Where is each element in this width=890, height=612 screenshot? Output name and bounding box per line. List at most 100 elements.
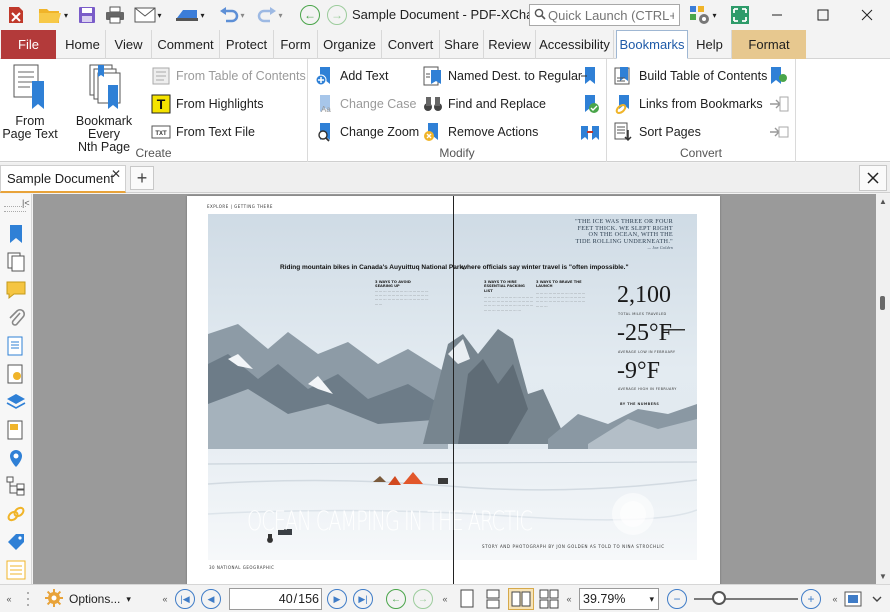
tags-panel-icon[interactable] (4, 418, 28, 442)
quick-launch-field[interactable] (529, 4, 680, 26)
tab-protect[interactable]: Protect (220, 30, 274, 59)
bookmarks-panel-icon[interactable] (4, 222, 28, 246)
redo-icon[interactable]: ▾ (252, 3, 288, 27)
scan-icon[interactable]: ▾ (170, 3, 210, 27)
tab-home[interactable]: Home (60, 30, 106, 59)
change-case-button[interactable]: Aa Change Case (314, 93, 416, 115)
forward-icon[interactable]: → (325, 3, 349, 27)
remove-actions-button[interactable]: Remove Actions (422, 121, 538, 143)
sidebar-grip[interactable] (4, 206, 26, 212)
sort-pages-button[interactable]: Sort Pages (613, 121, 701, 143)
from-highlights-button[interactable]: T From Highlights (150, 93, 264, 115)
scroll-down-icon[interactable]: ▼ (879, 572, 887, 581)
from-text-file-button[interactable]: TXT From Text File (150, 121, 255, 143)
document-canvas[interactable]: EXPLORE | GETTING THERE Riding mountain … (33, 194, 876, 584)
close-tab-icon[interactable]: ✕ (111, 167, 121, 181)
tab-share[interactable]: Share (440, 30, 484, 59)
export-text-icon[interactable] (767, 120, 791, 144)
tab-convert[interactable]: Convert (382, 30, 440, 59)
destinations-panel-icon[interactable] (4, 446, 28, 470)
status-bar-menu-icon[interactable] (868, 588, 886, 610)
toolbar-chevron-icon[interactable]: « (4, 588, 14, 610)
links-from-bookmarks-button[interactable]: Links from Bookmarks (613, 93, 763, 115)
tab-view[interactable]: View (106, 30, 152, 59)
quick-launch-input[interactable] (548, 7, 674, 23)
pages-panel-icon[interactable] (4, 250, 28, 274)
tab-accessibility[interactable]: Accessibility (536, 30, 614, 59)
find-and-replace-button[interactable]: Find and Replace (422, 93, 546, 115)
bookmark-location-icon[interactable] (767, 64, 791, 88)
tab-file[interactable]: File (1, 30, 56, 59)
tab-form[interactable]: Form (274, 30, 318, 59)
tab-comment[interactable]: Comment (152, 30, 220, 59)
attachments-panel-icon[interactable] (4, 306, 28, 330)
close-window-button[interactable] (844, 0, 890, 30)
minimize-button[interactable] (754, 0, 800, 30)
document-tab[interactable]: Sample Document ✕ (0, 165, 126, 193)
undo-icon[interactable]: ▾ (214, 3, 250, 27)
save-icon[interactable] (76, 3, 98, 27)
page-number-field[interactable]: 40 / 156 (229, 588, 322, 610)
ui-options-icon[interactable]: ▾ (684, 3, 722, 27)
tag-panel-icon[interactable] (4, 530, 28, 554)
structure-panel-icon[interactable] (4, 474, 28, 498)
next-page-button[interactable]: ▶ (326, 588, 348, 610)
tab-bookmarks[interactable]: Bookmarks (616, 30, 688, 59)
previous-view-button[interactable]: ← (385, 588, 407, 610)
first-page-button[interactable]: |◀ (174, 588, 196, 610)
export-bookmarks-icon[interactable] (767, 92, 791, 116)
from-page-text-button[interactable]: From Page Text (2, 63, 58, 141)
previous-page-button[interactable]: ◀ (200, 588, 222, 610)
from-toc-button[interactable]: From Table of Contents (150, 65, 306, 87)
bookmark-split-icon[interactable] (578, 120, 602, 144)
continuous-view-icon[interactable] (481, 588, 505, 610)
signatures-panel-icon[interactable] (4, 362, 28, 386)
scroll-thumb[interactable] (880, 296, 885, 310)
tab-review[interactable]: Review (484, 30, 536, 59)
scroll-up-icon[interactable]: ▲ (879, 197, 887, 206)
zoom-in-button[interactable]: + (800, 588, 822, 610)
zoom-field[interactable]: 39.79% ▾ (579, 588, 659, 610)
options-button[interactable]: Options... ▾ (44, 588, 140, 610)
zoom-slider-track[interactable] (694, 598, 798, 600)
close-document-button[interactable] (859, 165, 887, 191)
bookmark-properties-icon[interactable] (578, 64, 602, 88)
content-panel-icon[interactable] (4, 334, 28, 358)
fullscreen-icon[interactable] (728, 3, 752, 27)
bookmark-check-icon[interactable] (578, 92, 602, 116)
last-page-button[interactable]: ▶| (352, 588, 374, 610)
facing-view-icon[interactable] (508, 588, 534, 610)
continuous-facing-view-icon[interactable] (536, 588, 562, 610)
bookmark-every-nth-page-button[interactable]: Bookmark Every Nth Page (60, 63, 148, 154)
toolbar-chevron-5-icon[interactable]: « (830, 588, 840, 610)
build-toc-button[interactable]: Build Table of Contents (613, 65, 767, 87)
layers-panel-icon[interactable] (4, 390, 28, 414)
back-icon[interactable]: ← (298, 3, 322, 27)
tab-format[interactable]: Format (732, 30, 806, 59)
vertical-scrollbar[interactable]: ▲ ▼ (876, 194, 890, 584)
email-icon[interactable]: ▾ (130, 3, 166, 27)
single-page-view-icon[interactable] (455, 588, 479, 610)
links-panel-icon[interactable] (4, 502, 28, 526)
maximize-button[interactable] (800, 0, 846, 30)
zoom-dropdown-icon[interactable]: ▾ (649, 594, 654, 605)
toolbar-chevron-4-icon[interactable]: « (564, 588, 574, 610)
toolbar-chevron-2-icon[interactable]: « (160, 588, 170, 610)
toolbar-grip[interactable] (20, 588, 36, 610)
named-dest-to-regular-button[interactable]: Named Dest. to Regular (422, 65, 582, 87)
toolbar-chevron-3-icon[interactable]: « (440, 588, 450, 610)
tab-organize[interactable]: Organize (318, 30, 382, 59)
change-zoom-button[interactable]: Change Zoom (314, 121, 419, 143)
print-icon[interactable] (103, 3, 127, 27)
fit-page-icon[interactable] (842, 588, 864, 610)
tab-help[interactable]: Help (688, 30, 732, 59)
articles-panel-icon[interactable] (4, 558, 28, 582)
zoom-slider-thumb[interactable] (712, 591, 726, 605)
comments-panel-icon[interactable] (4, 278, 28, 302)
add-text-button[interactable]: Add Text (314, 65, 388, 87)
zoom-out-button[interactable]: − (666, 588, 688, 610)
app-logo-icon[interactable] (4, 3, 28, 27)
new-tab-button[interactable]: + (130, 166, 154, 190)
open-folder-icon[interactable]: ▾ (34, 3, 72, 27)
next-view-button[interactable]: → (412, 588, 434, 610)
